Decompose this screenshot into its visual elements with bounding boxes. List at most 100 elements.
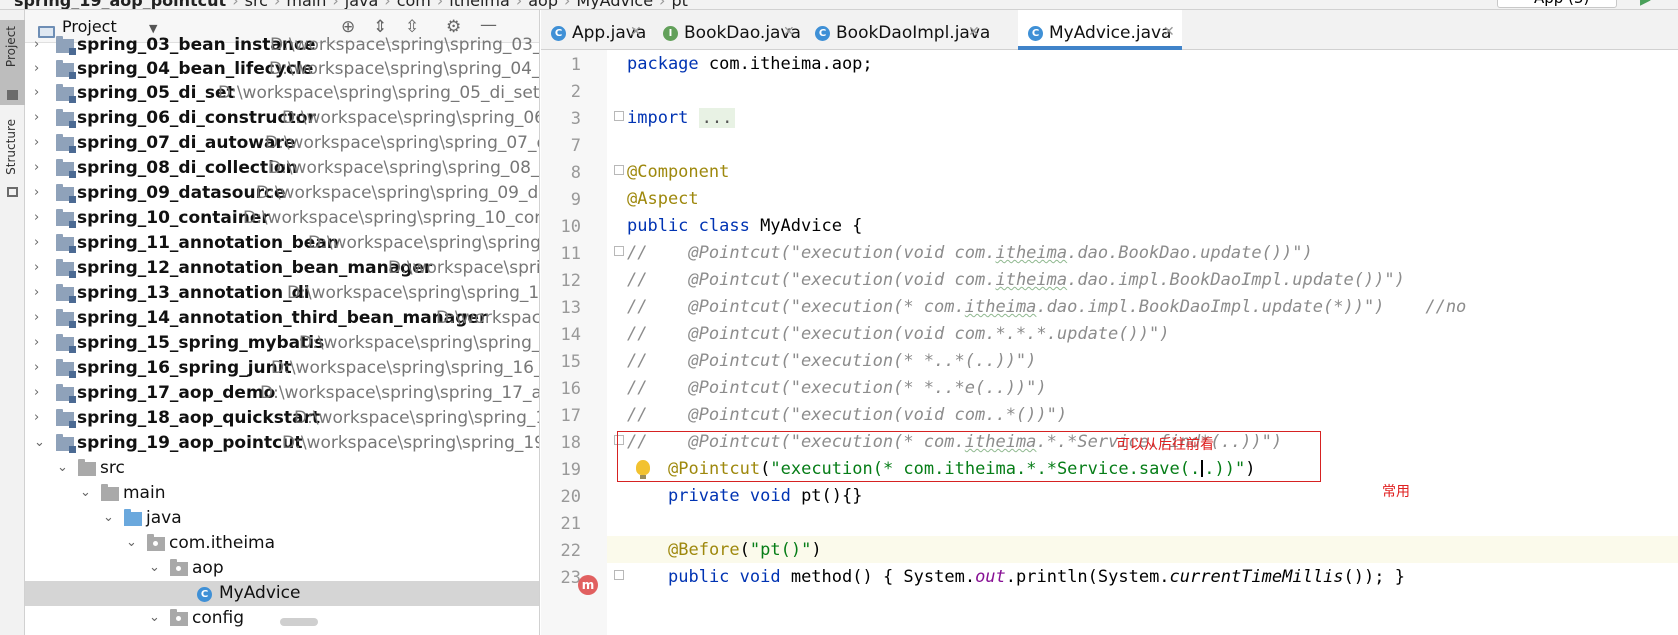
close-icon[interactable]: ✕ bbox=[1163, 24, 1175, 40]
code-editor[interactable]: 1 2 3 7 8 9 10 11 12 13 14 15 16 17 18 1… bbox=[541, 50, 1678, 635]
tree-module-row[interactable]: ⌄ spring_19_aop_pointcut D:\workspace\sp… bbox=[25, 431, 539, 456]
line-number: 21 bbox=[560, 514, 581, 534]
chevron-right-icon[interactable]: › bbox=[34, 360, 46, 375]
chevron-right-icon[interactable]: › bbox=[34, 385, 46, 400]
structure-tab-label: Structure bbox=[4, 119, 18, 175]
tree-folder-row-main[interactable]: ⌄ main bbox=[25, 481, 539, 506]
chevron-right-icon[interactable]: › bbox=[34, 210, 46, 225]
tree-folder-row-src[interactable]: ⌄ src bbox=[25, 456, 539, 481]
chevron-down-icon[interactable]: ⌄ bbox=[80, 485, 92, 500]
chevron-down-icon[interactable]: ⌄ bbox=[126, 535, 138, 550]
tab-myadvice-java[interactable]: C MyAdvice.java ✕ bbox=[1018, 10, 1182, 50]
chevron-right-icon[interactable]: › bbox=[34, 410, 46, 425]
run-icon[interactable]: ▶ bbox=[1640, 0, 1651, 8]
tree-package-row-com-itheima[interactable]: ⌄ com.itheima bbox=[25, 531, 539, 556]
tree-module-row[interactable]: › spring_17_aop_demo D:\workspace\spring… bbox=[25, 381, 539, 406]
line-number: 7 bbox=[570, 136, 581, 156]
chevron-right-icon[interactable]: › bbox=[34, 160, 46, 175]
line-number: 22 bbox=[560, 541, 581, 561]
code-line: // @Pointcut("execution(void com.*.*.*.u… bbox=[627, 324, 1170, 344]
structure-tool-tab[interactable]: Structure bbox=[0, 115, 25, 205]
chevron-right-icon[interactable]: › bbox=[34, 310, 46, 325]
package-icon bbox=[170, 559, 188, 576]
chevron-down-icon[interactable]: ⌄ bbox=[149, 560, 161, 575]
tree-module-row[interactable]: › spring_04_bean_lifecycle D:\workspace\… bbox=[25, 57, 539, 82]
chevron-right-icon[interactable]: › bbox=[34, 135, 46, 150]
tree-module-row[interactable]: › spring_08_di_collection D:\workspace\s… bbox=[25, 156, 539, 181]
chevron-right-icon[interactable]: › bbox=[34, 260, 46, 275]
module-name: spring_06_di_constructor bbox=[77, 108, 316, 128]
fold-marker-icon[interactable] bbox=[614, 165, 624, 175]
chevron-right-icon[interactable]: › bbox=[34, 110, 46, 125]
tab-bookdao-java[interactable]: I BookDao.java ✕ bbox=[653, 10, 803, 50]
module-path: D:\workspace\spring\spring_10_conta bbox=[243, 208, 540, 228]
tree-module-row[interactable]: › spring_13_annotation_di D:\workspace\s… bbox=[25, 281, 539, 306]
breadcrumb-item[interactable]: spring_19_aop_pointcut bbox=[14, 0, 226, 9]
tab-app-java[interactable]: C App.java ✕ bbox=[541, 10, 651, 50]
breadcrumb-item[interactable]: aop bbox=[528, 0, 558, 9]
fold-marker-icon[interactable] bbox=[614, 246, 624, 256]
chevron-right-icon[interactable]: › bbox=[34, 235, 46, 250]
tree-module-row[interactable]: › spring_15_spring_mybatis D:\workspace\… bbox=[25, 331, 539, 356]
code-line: private void pt(){} bbox=[668, 486, 863, 506]
horizontal-scrollbar[interactable] bbox=[280, 618, 318, 626]
tree-module-row[interactable]: › spring_09_datasource D:\workspace\spri… bbox=[25, 181, 539, 206]
tree-module-row[interactable]: › spring_12_annotation_bean_manager D:\w… bbox=[25, 256, 539, 281]
close-icon[interactable]: ✕ bbox=[783, 24, 795, 40]
tree-module-row[interactable]: › spring_10_container D:\workspace\sprin… bbox=[25, 206, 540, 231]
breadcrumb-item[interactable]: itheima bbox=[449, 0, 510, 9]
module-path: D:\workspace\spring\spring_1 bbox=[308, 233, 540, 253]
tree-module-row[interactable]: › spring_03_bean_instance D:\workspace\s… bbox=[25, 33, 539, 58]
tree-module-row[interactable]: › spring_06_di_constructor D:\workspace\… bbox=[25, 106, 539, 131]
module-folder-icon bbox=[56, 359, 76, 378]
project-tool-tab[interactable]: Project bbox=[0, 20, 25, 105]
tab-bookdaoimpl-java[interactable]: C BookDaoImpl.java ✕ bbox=[805, 10, 990, 50]
code-line: // @Pointcut("execution(void com.itheima… bbox=[627, 243, 1313, 263]
tree-package-row-aop[interactable]: ⌄ aop bbox=[25, 556, 539, 581]
close-icon[interactable]: ✕ bbox=[968, 24, 980, 40]
chevron-right-icon[interactable]: › bbox=[34, 335, 46, 350]
chevron-right-icon[interactable]: › bbox=[34, 85, 46, 100]
module-name: spring_18_aop_quickstart bbox=[77, 408, 320, 428]
fold-marker-icon[interactable] bbox=[614, 111, 624, 121]
tree-module-row[interactable]: › spring_14_annotation_third_bean_manage… bbox=[25, 306, 539, 331]
chevron-right-icon[interactable]: › bbox=[34, 61, 46, 76]
chevron-right-icon[interactable]: › bbox=[34, 285, 46, 300]
chevron-down-icon[interactable]: ⌄ bbox=[57, 460, 69, 475]
tree-file-row-myadvice[interactable]: C MyAdvice bbox=[25, 581, 539, 606]
module-name: spring_15_spring_mybatis bbox=[77, 333, 325, 353]
chevron-right-icon[interactable]: › bbox=[34, 185, 46, 200]
source-folder-icon bbox=[124, 509, 142, 526]
line-number: 3 bbox=[570, 109, 581, 129]
breadcrumb-item[interactable]: src bbox=[245, 0, 268, 9]
fold-marker-icon[interactable] bbox=[614, 570, 624, 580]
line-number: 15 bbox=[560, 352, 581, 372]
tree-module-row[interactable]: › spring_05_di_set D:\workspace\spring\s… bbox=[25, 81, 539, 106]
tree-module-row[interactable]: › spring_07_di_autoware D:\workspace\spr… bbox=[25, 131, 539, 156]
folder-name: src bbox=[100, 458, 125, 478]
minimize-icon[interactable]: — bbox=[480, 15, 497, 35]
line-number: 2 bbox=[570, 82, 581, 102]
tree-module-row[interactable]: › spring_16_spring_junit D:\workspace\sp… bbox=[25, 356, 539, 381]
breadcrumb-item[interactable]: java bbox=[345, 0, 379, 9]
tree-module-row[interactable]: › spring_11_annotation_bean D:\workspace… bbox=[25, 231, 540, 256]
method-marker-icon[interactable]: m bbox=[578, 575, 598, 595]
lightbulb-icon[interactable] bbox=[636, 460, 650, 479]
breadcrumb-item[interactable]: pt bbox=[671, 0, 687, 9]
tree-folder-row-java[interactable]: ⌄ java bbox=[25, 506, 539, 531]
folded-imports[interactable]: ... bbox=[698, 108, 736, 128]
breadcrumb-item[interactable]: main bbox=[286, 0, 326, 9]
module-folder-icon bbox=[56, 60, 76, 79]
breadcrumb-item[interactable]: com bbox=[397, 0, 431, 9]
module-name: spring_14_annotation_third_bean_manager bbox=[77, 308, 488, 328]
run-configuration-select[interactable]: App (3) bbox=[1497, 0, 1617, 8]
tree-module-row[interactable]: › spring_18_aop_quickstart D:\workspace\… bbox=[25, 406, 539, 431]
chevron-right-icon[interactable]: › bbox=[34, 37, 46, 52]
code-line: public void method() { System.out.printl… bbox=[668, 567, 1405, 587]
line-number: 17 bbox=[560, 406, 581, 426]
breadcrumb-item[interactable]: MyAdvice bbox=[576, 0, 653, 9]
chevron-down-icon[interactable]: ⌄ bbox=[149, 610, 161, 625]
chevron-down-icon[interactable]: ⌄ bbox=[103, 510, 115, 525]
chevron-down-icon[interactable]: ⌄ bbox=[34, 435, 46, 450]
close-icon[interactable]: ✕ bbox=[630, 24, 642, 40]
